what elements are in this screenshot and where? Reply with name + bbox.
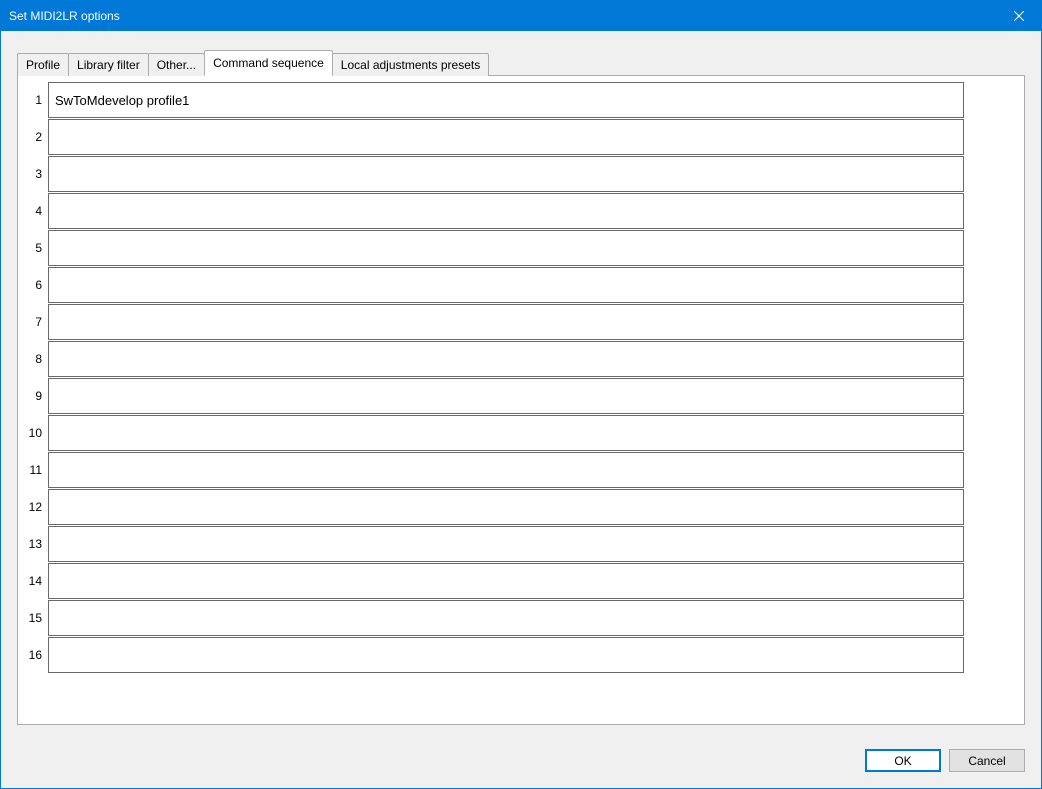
sequence-row: 13 bbox=[24, 526, 964, 562]
sequence-input-6[interactable] bbox=[48, 267, 964, 303]
tab-command-sequence[interactable]: Command sequence bbox=[204, 50, 333, 76]
sequence-input-7[interactable] bbox=[48, 304, 964, 340]
sequence-row: 1 bbox=[24, 82, 964, 118]
row-number: 14 bbox=[24, 574, 48, 588]
sequence-row: 6 bbox=[24, 267, 964, 303]
sequence-row: 10 bbox=[24, 415, 964, 451]
tab-other[interactable]: Other... bbox=[148, 53, 205, 76]
sequence-input-9[interactable] bbox=[48, 378, 964, 414]
sequence-input-15[interactable] bbox=[48, 600, 964, 636]
row-number: 16 bbox=[24, 648, 48, 662]
tab-library-filter[interactable]: Library filter bbox=[68, 53, 149, 76]
sequence-row: 14 bbox=[24, 563, 964, 599]
tabs-row: Profile Library filter Other... Command … bbox=[17, 51, 1025, 75]
sequence-input-12[interactable] bbox=[48, 489, 964, 525]
row-number: 1 bbox=[24, 93, 48, 107]
sequence-row: 15 bbox=[24, 600, 964, 636]
row-number: 9 bbox=[24, 389, 48, 403]
row-number: 5 bbox=[24, 241, 48, 255]
tab-container: Profile Library filter Other... Command … bbox=[17, 51, 1025, 725]
sequence-row: 12 bbox=[24, 489, 964, 525]
row-number: 15 bbox=[24, 611, 48, 625]
sequence-row: 3 bbox=[24, 156, 964, 192]
content-area: Profile Library filter Other... Command … bbox=[1, 31, 1041, 788]
ok-button[interactable]: OK bbox=[865, 749, 941, 772]
tab-local-adjustments-presets[interactable]: Local adjustments presets bbox=[332, 53, 489, 76]
close-icon bbox=[1014, 11, 1024, 21]
sequence-input-13[interactable] bbox=[48, 526, 964, 562]
row-number: 3 bbox=[24, 167, 48, 181]
sequence-row: 4 bbox=[24, 193, 964, 229]
row-number: 4 bbox=[24, 204, 48, 218]
sequence-input-4[interactable] bbox=[48, 193, 964, 229]
sequence-input-14[interactable] bbox=[48, 563, 964, 599]
sequence-row: 11 bbox=[24, 452, 964, 488]
row-number: 8 bbox=[24, 352, 48, 366]
sequence-input-16[interactable] bbox=[48, 637, 964, 673]
row-number: 12 bbox=[24, 500, 48, 514]
sequence-input-3[interactable] bbox=[48, 156, 964, 192]
row-number: 2 bbox=[24, 130, 48, 144]
sequence-input-11[interactable] bbox=[48, 452, 964, 488]
close-button[interactable] bbox=[996, 1, 1041, 31]
sequence-input-5[interactable] bbox=[48, 230, 964, 266]
tab-profile[interactable]: Profile bbox=[17, 53, 69, 76]
row-number: 10 bbox=[24, 426, 48, 440]
sequence-row: 2 bbox=[24, 119, 964, 155]
sequence-input-2[interactable] bbox=[48, 119, 964, 155]
window-title: Set MIDI2LR options bbox=[9, 9, 120, 23]
sequence-row: 8 bbox=[24, 341, 964, 377]
row-number: 6 bbox=[24, 278, 48, 292]
sequence-input-10[interactable] bbox=[48, 415, 964, 451]
sequence-row: 5 bbox=[24, 230, 964, 266]
sequence-input-1[interactable] bbox=[48, 82, 964, 118]
cancel-button[interactable]: Cancel bbox=[949, 749, 1025, 772]
titlebar: Set MIDI2LR options bbox=[1, 1, 1041, 31]
tab-panel: 1 2 3 4 5 6 7 bbox=[17, 75, 1025, 725]
sequence-row: 9 bbox=[24, 378, 964, 414]
row-number: 11 bbox=[24, 463, 48, 477]
sequence-row: 7 bbox=[24, 304, 964, 340]
row-number: 13 bbox=[24, 537, 48, 551]
row-number: 7 bbox=[24, 315, 48, 329]
sequence-row: 16 bbox=[24, 637, 964, 673]
sequence-input-8[interactable] bbox=[48, 341, 964, 377]
dialog-buttons: OK Cancel bbox=[17, 749, 1025, 772]
